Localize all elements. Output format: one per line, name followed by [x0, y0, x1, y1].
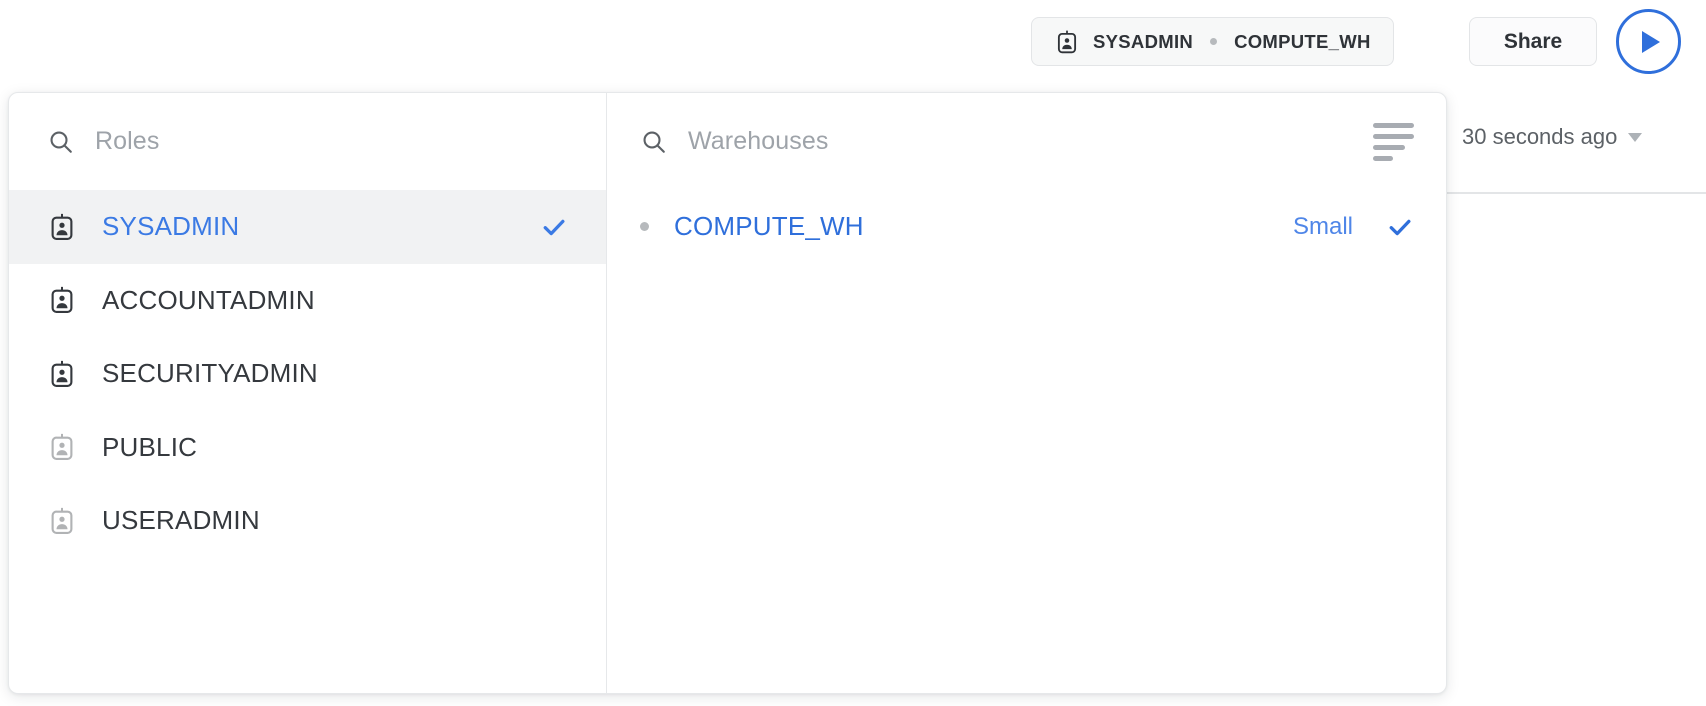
role-badge-icon — [47, 359, 77, 389]
roles-search-input[interactable]: Roles — [95, 127, 159, 156]
context-dropdown-panel: Roles SYSADMIN — [8, 92, 1447, 694]
roles-search-row[interactable]: Roles — [9, 93, 606, 190]
warehouse-item-label: COMPUTE_WH — [674, 211, 1293, 242]
run-button[interactable] — [1616, 9, 1681, 74]
role-badge-icon — [47, 285, 77, 315]
top-toolbar: SYSADMIN COMPUTE_WH Share — [0, 0, 1706, 92]
search-icon — [47, 128, 75, 156]
role-badge-icon — [1054, 29, 1080, 55]
context-selector-button[interactable]: SYSADMIN COMPUTE_WH — [1031, 17, 1394, 66]
context-role-label: SYSADMIN — [1093, 31, 1193, 53]
role-list-item[interactable]: SECURITYADMIN — [9, 337, 606, 411]
role-list-item[interactable]: PUBLIC — [9, 411, 606, 485]
role-badge-icon — [47, 432, 77, 462]
last-run-timestamp[interactable]: 30 seconds ago — [1462, 124, 1642, 150]
search-icon — [640, 128, 668, 156]
warehouses-search-input[interactable]: Warehouses — [688, 127, 828, 156]
roles-panel: Roles SYSADMIN — [9, 93, 607, 693]
role-badge-icon — [47, 506, 77, 536]
content-divider — [1447, 192, 1706, 194]
role-item-label: SECURITYADMIN — [102, 358, 568, 389]
context-warehouse-label: COMPUTE_WH — [1234, 31, 1371, 53]
role-list-item[interactable]: ACCOUNTADMIN — [9, 264, 606, 338]
play-icon — [1642, 31, 1660, 53]
role-item-label: PUBLIC — [102, 432, 568, 463]
role-list-item[interactable]: USERADMIN — [9, 484, 606, 558]
status-dot-icon — [640, 222, 649, 231]
warehouses-panel: Warehouses COMPUTE_WH Small — [607, 93, 1446, 693]
warehouse-list-item[interactable]: COMPUTE_WH Small — [607, 190, 1446, 264]
sort-list-icon[interactable] — [1373, 123, 1414, 161]
role-list-item[interactable]: SYSADMIN — [9, 190, 606, 264]
screen: SYSADMIN COMPUTE_WH Share 30 seconds ago… — [0, 0, 1706, 706]
role-item-label: USERADMIN — [102, 505, 568, 536]
share-button[interactable]: Share — [1469, 17, 1597, 66]
role-item-label: SYSADMIN — [102, 211, 515, 242]
chevron-down-icon — [1628, 133, 1642, 142]
check-icon — [540, 213, 568, 241]
warehouse-item-size: Small — [1293, 213, 1353, 241]
role-item-label: ACCOUNTADMIN — [102, 285, 568, 316]
share-button-label: Share — [1504, 30, 1562, 54]
check-icon — [1386, 213, 1414, 241]
warehouses-search-row[interactable]: Warehouses — [607, 93, 1446, 190]
context-separator-dot — [1210, 38, 1217, 45]
role-badge-icon — [47, 212, 77, 242]
last-run-label: 30 seconds ago — [1462, 124, 1617, 150]
